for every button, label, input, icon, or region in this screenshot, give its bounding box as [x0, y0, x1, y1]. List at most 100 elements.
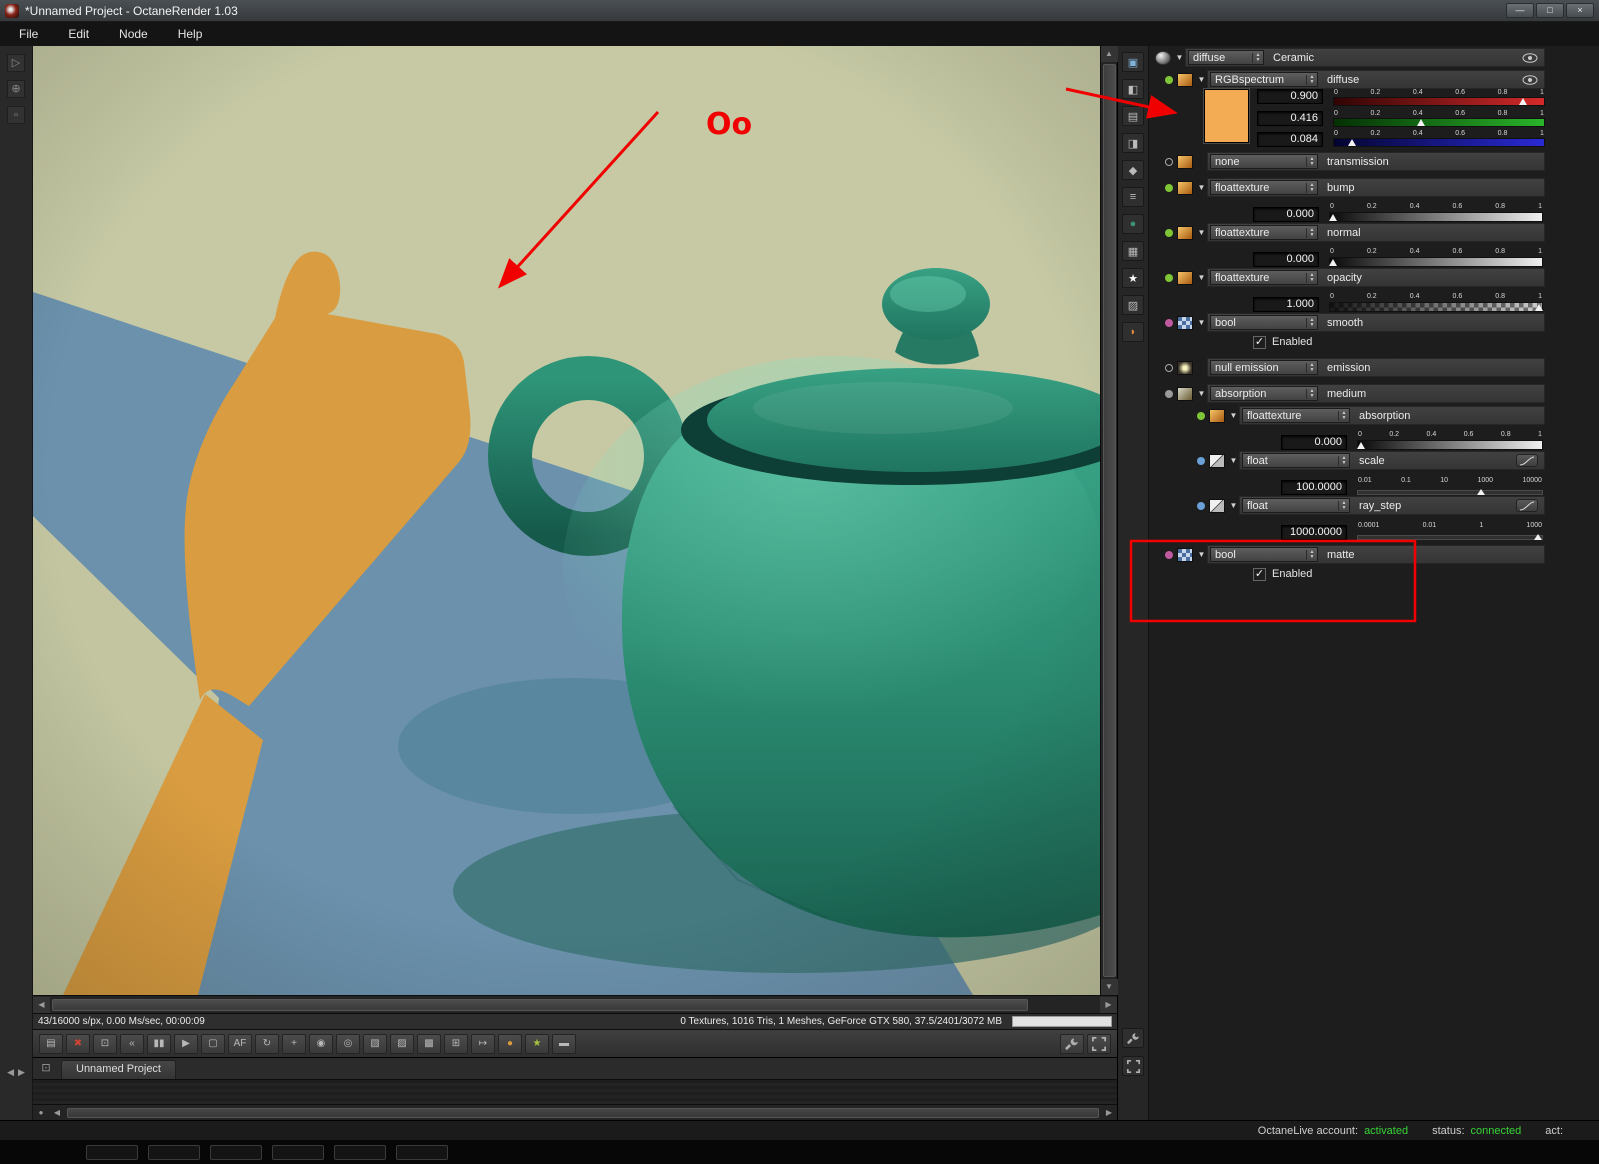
- taskbar-item[interactable]: [334, 1144, 386, 1160]
- pan-tool-icon[interactable]: ⊕: [7, 80, 25, 98]
- viewport-hscrollbar[interactable]: ◀ ▶: [33, 995, 1117, 1013]
- save-image-icon[interactable]: ▤: [39, 1033, 63, 1054]
- green-slider[interactable]: [1333, 117, 1545, 127]
- material-name-label[interactable]: Ceramic: [1273, 52, 1522, 64]
- scale-type-dropdown[interactable]: float ▲ ▼: [1242, 453, 1350, 468]
- collapse-arrow-icon[interactable]: ▼: [1196, 273, 1207, 282]
- ray-step-type-dropdown[interactable]: float ▲ ▼: [1242, 498, 1350, 513]
- color-swatch[interactable]: [1204, 89, 1249, 143]
- green-value-input[interactable]: 0.416: [1257, 110, 1323, 126]
- collapse-arrow-icon[interactable]: ▼: [1196, 550, 1207, 559]
- hscroll-thumb[interactable]: [52, 998, 1028, 1011]
- checker-texture-icon[interactable]: ▨: [1122, 295, 1144, 315]
- response-curve-button[interactable]: [1516, 454, 1538, 467]
- normal-type-dropdown[interactable]: floattexture ▲ ▼: [1210, 225, 1318, 240]
- visibility-eye-icon[interactable]: [1522, 52, 1538, 63]
- alpha-checker-icon[interactable]: ▨: [390, 1033, 414, 1054]
- af-lock-icon[interactable]: AF: [228, 1033, 252, 1054]
- panel-expand-icon[interactable]: [1122, 1056, 1144, 1076]
- material-pick-icon[interactable]: ◎: [336, 1033, 360, 1054]
- medium-icon[interactable]: ●: [1122, 214, 1144, 234]
- vscroll-thumb[interactable]: [1102, 64, 1116, 977]
- ray-step-slider[interactable]: [1357, 534, 1543, 540]
- environment-icon[interactable]: ▤: [1122, 106, 1144, 126]
- focus-pick-icon[interactable]: +: [282, 1033, 306, 1054]
- normal-value-input[interactable]: 0.000: [1253, 252, 1319, 267]
- scroll-down-icon[interactable]: ▼: [1100, 979, 1118, 995]
- transmission-type-dropdown[interactable]: none ▲ ▼: [1210, 154, 1318, 169]
- viewport-vscrollbar[interactable]: ▲ ▼: [1100, 46, 1118, 995]
- collapse-arrow-icon[interactable]: ▼: [1196, 318, 1207, 327]
- clay-mode-icon[interactable]: ⊞: [444, 1033, 468, 1054]
- bump-type-dropdown[interactable]: floattexture ▲ ▼: [1210, 180, 1318, 195]
- resume-render-icon[interactable]: ▶: [174, 1033, 198, 1054]
- medium-type-dropdown[interactable]: absorption ▲ ▼: [1210, 386, 1318, 401]
- node-graph-canvas[interactable]: [33, 1079, 1117, 1104]
- matte-checkbox[interactable]: ✓: [1253, 567, 1266, 581]
- visibility-eye-icon[interactable]: [1522, 74, 1538, 85]
- bump-value-input[interactable]: 0.000: [1253, 207, 1319, 222]
- menu-edit[interactable]: Edit: [53, 24, 104, 44]
- emission-type-dropdown[interactable]: null emission ▲ ▼: [1210, 360, 1318, 375]
- scroll-up-icon[interactable]: ▲: [1100, 46, 1118, 62]
- taskbar-item[interactable]: [210, 1144, 262, 1160]
- collapse-arrow-icon[interactable]: ▼: [1196, 75, 1207, 84]
- restart-render-icon[interactable]: «: [120, 1033, 144, 1054]
- menu-help[interactable]: Help: [163, 24, 218, 44]
- render-target-icon[interactable]: ▣: [1122, 52, 1144, 72]
- fit-viewport-icon[interactable]: ⊡: [93, 1033, 117, 1054]
- nav-right-icon[interactable]: ▶: [18, 1067, 25, 1078]
- collapse-arrow-icon[interactable]: ▼: [1196, 389, 1207, 398]
- collapse-arrow-icon[interactable]: ▼: [1228, 456, 1239, 465]
- graph-scroll-left-icon[interactable]: ◀: [49, 1107, 65, 1119]
- region-render-icon[interactable]: ▧: [363, 1033, 387, 1054]
- whitebalance-pick-icon[interactable]: ◉: [309, 1033, 333, 1054]
- menu-file[interactable]: File: [4, 24, 53, 44]
- emission-icon[interactable]: ★: [1122, 268, 1144, 288]
- panel-wrench-icon[interactable]: [1122, 1028, 1144, 1048]
- outliner-icon[interactable]: ▫: [7, 106, 25, 124]
- fullscreen-icon[interactable]: [1087, 1033, 1111, 1054]
- minimize-button[interactable]: —: [1506, 3, 1534, 18]
- scale-slider[interactable]: [1357, 489, 1543, 495]
- opacity-type-dropdown[interactable]: floattexture ▲ ▼: [1210, 270, 1318, 285]
- kernel-icon[interactable]: ◆: [1122, 160, 1144, 180]
- select-tool-icon[interactable]: ▷: [7, 54, 25, 72]
- graph-scroll-thumb[interactable]: [67, 1107, 1099, 1118]
- project-tab[interactable]: Unnamed Project: [61, 1060, 176, 1079]
- graph-hscrollbar[interactable]: ● ◀ ▶: [33, 1104, 1117, 1120]
- diffuse-type-dropdown[interactable]: RGBspectrum ▲ ▼: [1210, 72, 1318, 87]
- blue-slider[interactable]: [1333, 138, 1545, 147]
- taskbar-item[interactable]: [396, 1144, 448, 1160]
- normal-slider[interactable]: [1329, 257, 1543, 267]
- opacity-value-input[interactable]: 1.000: [1253, 297, 1319, 312]
- graph-home-icon[interactable]: ●: [33, 1107, 49, 1119]
- taskbar-item[interactable]: [86, 1144, 138, 1160]
- red-slider[interactable]: [1333, 97, 1545, 106]
- taskbar-item[interactable]: [148, 1144, 200, 1160]
- material-type-dropdown[interactable]: diffuse ▲ ▼: [1188, 50, 1264, 65]
- stop-render-icon[interactable]: ✖: [66, 1033, 90, 1054]
- nav-left-icon[interactable]: ◀: [7, 1067, 14, 1078]
- scroll-right-icon[interactable]: ▶: [1100, 996, 1117, 1013]
- smooth-type-dropdown[interactable]: bool ▲ ▼: [1210, 315, 1318, 330]
- scroll-left-icon[interactable]: ◀: [33, 996, 50, 1013]
- texture-image-icon[interactable]: ▦: [1122, 241, 1144, 261]
- render-settings-wrench-icon[interactable]: [1060, 1033, 1084, 1054]
- collapse-arrow-icon[interactable]: ▼: [1196, 183, 1207, 192]
- response-curve-button[interactable]: [1516, 499, 1538, 512]
- absorption-value-input[interactable]: 0.000: [1281, 435, 1347, 450]
- collapse-arrow-icon[interactable]: ▼: [1228, 501, 1239, 510]
- ray-step-value-input[interactable]: 1000.0000: [1281, 525, 1347, 540]
- smooth-checkbox[interactable]: ✓: [1253, 335, 1266, 349]
- pause-render-icon[interactable]: ▮▮: [147, 1033, 171, 1054]
- graph-scroll-right-icon[interactable]: ▶: [1101, 1107, 1117, 1119]
- menu-node[interactable]: Node: [104, 24, 163, 44]
- imager-icon[interactable]: ◨: [1122, 133, 1144, 153]
- bump-slider[interactable]: [1329, 212, 1543, 222]
- refresh-icon[interactable]: ↻: [255, 1033, 279, 1054]
- close-button[interactable]: ×: [1566, 3, 1594, 18]
- subsample-icon[interactable]: ▩: [417, 1033, 441, 1054]
- taskbar-item[interactable]: [272, 1144, 324, 1160]
- render-viewport[interactable]: [33, 46, 1100, 995]
